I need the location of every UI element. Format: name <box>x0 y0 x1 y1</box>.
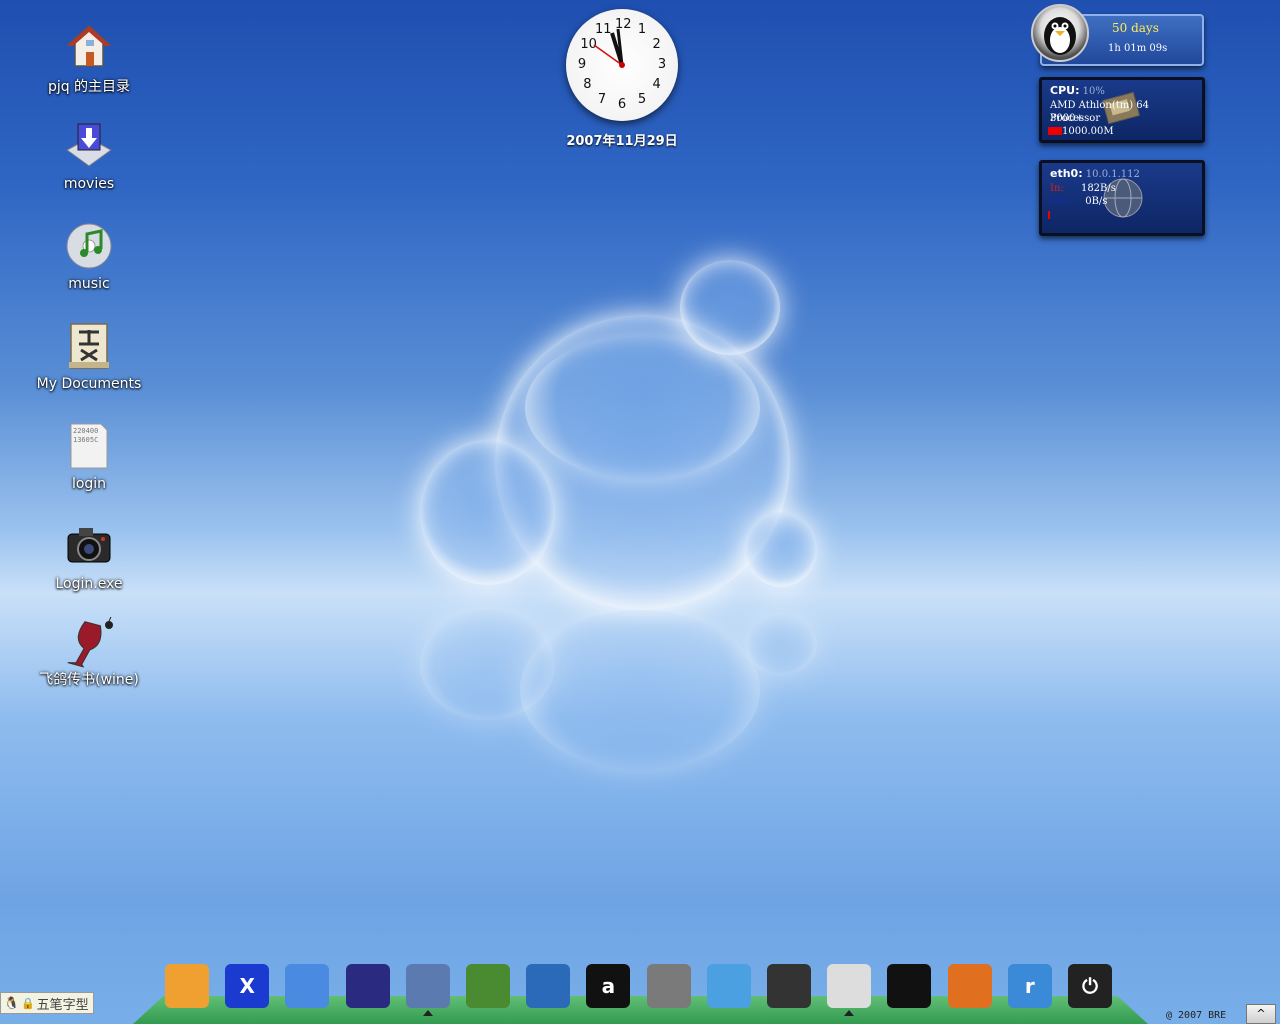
clock-hands <box>593 28 625 68</box>
multimedia-icon <box>646 964 691 1008</box>
uptime-time: 1h 01m 09s <box>1108 43 1168 54</box>
network-share-launcher[interactable] <box>705 962 753 1010</box>
svg-text:13605C: 13605C <box>73 436 98 444</box>
input-method-indicator[interactable]: 🐧 🔒 五笔字型 <box>0 992 94 1014</box>
screen-penguin-icon <box>827 964 872 1008</box>
wallpaper-bubble-art <box>400 220 860 780</box>
x-app-icon: X <box>225 964 270 1008</box>
lock-icon: 🔒 <box>20 996 35 1010</box>
wine-glass-icon <box>65 615 113 668</box>
desktop-icon-feige-wine[interactable]: 飞鸽传书(wine) <box>19 615 159 689</box>
screen-penguin-launcher[interactable] <box>825 962 873 1016</box>
ime-label: 五笔字型 <box>36 997 89 1013</box>
desktop-icon-label: music <box>68 276 110 292</box>
firefox-icon <box>947 964 992 1008</box>
realplayer-launcher[interactable]: r <box>1006 962 1054 1010</box>
net-ip: 10.0.1.112 <box>1085 169 1140 180</box>
aim-messenger-icon <box>285 964 330 1008</box>
network-share-icon <box>706 964 751 1008</box>
analog-clock: 12 1 2 3 4 5 6 7 8 9 10 11 <box>566 9 678 121</box>
home-folder-icon <box>65 22 113 70</box>
clock-date: 2007年11月29日 <box>566 134 678 149</box>
cpu-label: CPU: <box>1050 84 1080 97</box>
desktop-icon-label: My Documents <box>36 376 142 392</box>
x-app-launcher[interactable]: X <box>223 962 271 1010</box>
camera-app-icon <box>767 964 811 1008</box>
net-interface-label: eth0: <box>1050 167 1083 180</box>
desktop-icon-music[interactable]: music <box>19 222 159 292</box>
desktop-icon-home[interactable]: pjq 的主目录 <box>19 22 159 96</box>
amarok-launcher[interactable]: a <box>584 962 632 1010</box>
multimedia-launcher[interactable] <box>645 962 693 1010</box>
desktop-icon-login-exe[interactable]: Login.exe <box>19 522 159 592</box>
desktop-icon-label: movies <box>63 176 115 192</box>
network-monitor-widget: eth0: 10.0.1.112 In: 182B/s Out: 0B/s <box>1039 160 1205 236</box>
kde-paint-launcher[interactable] <box>163 962 211 1010</box>
running-indicator <box>422 1010 433 1016</box>
cpu-usage-bar <box>1048 127 1062 135</box>
kde-paint-icon <box>165 964 209 1008</box>
qq-penguin-launcher[interactable] <box>885 962 933 1010</box>
desktop-icon-movies[interactable]: movies <box>19 122 159 192</box>
music-cd-icon <box>65 222 113 270</box>
desktop-icon-login[interactable]: 220400 13605C login <box>19 422 159 492</box>
aim-messenger-launcher[interactable] <box>283 962 331 1010</box>
qq-penguin-icon <box>887 964 932 1008</box>
system-monitor-icon <box>526 964 571 1008</box>
books-launcher[interactable] <box>464 962 512 1010</box>
uptime-days: 50 days <box>1112 21 1159 35</box>
eclipse-icon <box>345 964 390 1008</box>
camera-icon <box>65 522 113 570</box>
cpu-percent: 10% <box>1082 86 1105 97</box>
desktop-icon-label: pjq 的主目录 <box>47 79 131 95</box>
download-folder-icon <box>65 122 113 170</box>
net-out-label: Out: <box>1050 196 1073 207</box>
system-monitor-launcher[interactable] <box>524 962 572 1010</box>
net-in-rate: 182B/s <box>1080 183 1116 194</box>
firefox-launcher[interactable] <box>946 962 994 1010</box>
copyright-text: @ 2007 BRE <box>1166 1010 1227 1021</box>
cpu-monitor-widget: CPU: 10% AMD Athlon(tm) 64 Processor 300… <box>1039 77 1205 143</box>
documents-scroll-icon <box>65 322 113 370</box>
desktop-icon-label: login <box>71 476 107 492</box>
power-launcher[interactable]: ⏻ <box>1066 962 1114 1010</box>
tux-small-icon: 🐧 <box>4 996 19 1010</box>
desktop-icon-label: 飞鸽传书(wine) <box>39 672 139 688</box>
books-icon <box>466 964 510 1008</box>
eclipse-launcher[interactable] <box>344 962 392 1010</box>
tux-penguin-icon <box>1031 4 1089 62</box>
cpu-frequency: 1000.00M <box>1062 126 1114 137</box>
camera-app-launcher[interactable] <box>765 962 813 1010</box>
power-icon: ⏻ <box>1068 964 1112 1008</box>
desktop-icon-my-documents[interactable]: My Documents <box>19 322 159 392</box>
svg-text:220400: 220400 <box>73 427 98 435</box>
net-in-label: In: <box>1050 183 1064 194</box>
net-out-rate: 0B/s <box>1085 196 1108 207</box>
puzzle-app-icon <box>405 964 450 1008</box>
text-file-icon: 220400 13605C <box>65 422 113 470</box>
desktop-icon-label: Login.exe <box>55 576 123 592</box>
show-panel-button[interactable]: ^ <box>1246 1004 1276 1024</box>
net-activity-bar <box>1048 211 1050 219</box>
realplayer-icon: r <box>1007 964 1052 1008</box>
amarok-icon: a <box>586 964 631 1008</box>
puzzle-app-launcher[interactable] <box>404 962 452 1016</box>
cpu-model-suffix: 3000+ <box>1050 113 1084 124</box>
running-indicator <box>844 1010 855 1016</box>
